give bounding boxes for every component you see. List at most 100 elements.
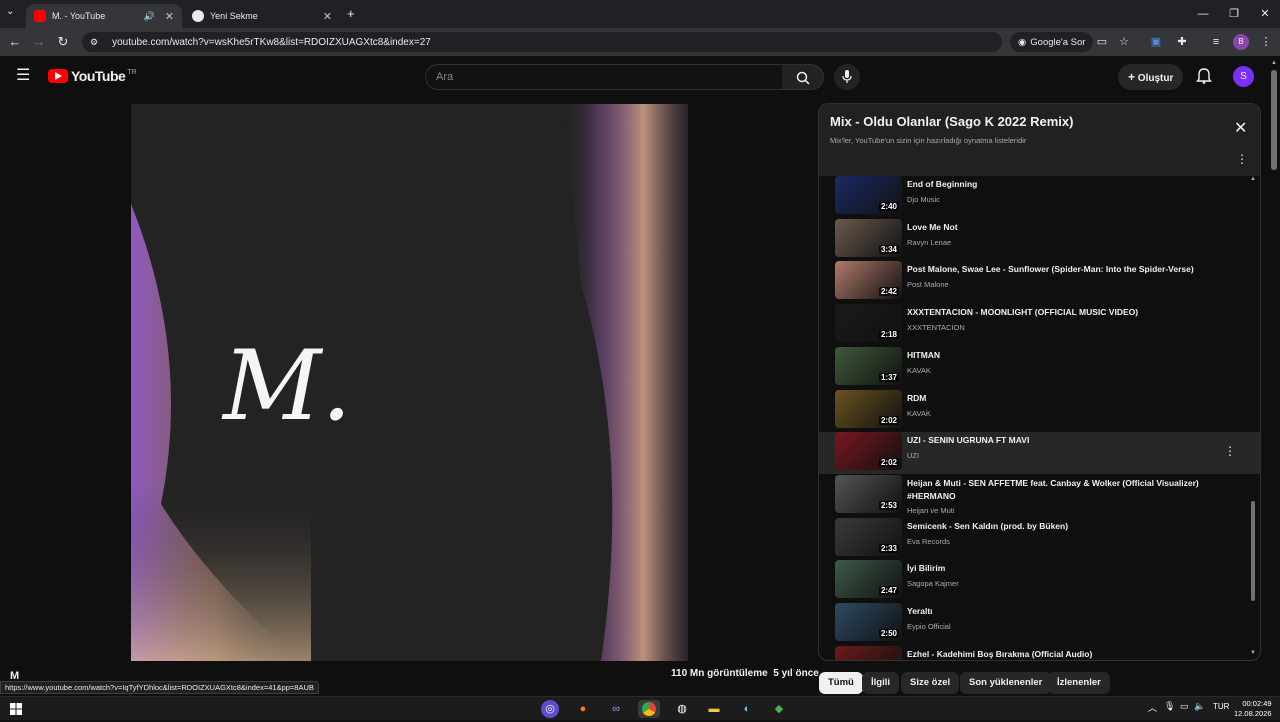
playlist-item[interactable]: 2:02 UZI - SENIN UGRUNA FT MAVI UZI ⋮ — [819, 432, 1260, 475]
playlist-item-thumbnail[interactable]: 3:34 — [835, 218, 902, 257]
create-button[interactable]: + Oluştur — [1118, 64, 1184, 90]
playlist-item[interactable]: Ezhel - Kadehimi Boş Bırakma (Official A… — [819, 645, 1260, 660]
maximize-button[interactable]: ❐ — [1219, 4, 1249, 24]
playlist-scrollbar[interactable]: ▲ ▼ — [1249, 176, 1257, 660]
scroll-up-icon[interactable]: ▲ — [1250, 176, 1256, 182]
close-tab-icon[interactable]: ✕ — [165, 10, 174, 23]
playlist-item-thumbnail[interactable]: 2:53 — [835, 474, 902, 513]
playlist-item[interactable]: 1:37 HITMAN KAVAK — [819, 346, 1260, 389]
firefox-icon[interactable]: ● — [574, 700, 592, 718]
playlist-item-title: İyi Bilirim — [907, 563, 946, 574]
tab-new-tab[interactable]: Yeni Sekme ✕ — [184, 4, 340, 28]
playlist-item-thumbnail[interactable]: 2:33 — [835, 517, 902, 556]
browser-tab-strip: ⌄ M. - YouTube 🔊 ✕ Yeni Sekme ✕ + — ❐ ✕ — [0, 0, 1280, 28]
playlist-item-thumbnail[interactable]: 2:50 — [835, 603, 902, 641]
youtube-logo[interactable]: YouTube TR — [48, 68, 137, 84]
bookmark-star-icon[interactable]: ☆ — [1116, 34, 1132, 50]
playlist-scroll-thumb[interactable] — [1251, 501, 1255, 601]
audio-playing-icon[interactable]: 🔊 — [144, 11, 155, 22]
taskbar-clock[interactable]: 00:02:49 12.08.2026 — [1234, 699, 1272, 719]
filter-chip[interactable]: Son yüklenenler — [960, 672, 1052, 694]
close-playlist-icon[interactable]: ✕ — [1234, 118, 1247, 138]
windows-taskbar: ◎ ● ∞ ◍ ▬ ◐ ◆ ︿ 🎙 ▭ 🔈 TUR 00:02:49 12.08… — [0, 696, 1280, 720]
filter-chip[interactable]: İzlenenler — [1048, 672, 1110, 694]
duration-badge: 1:37 — [878, 372, 899, 382]
playlist-item-thumbnail[interactable]: 2:40 — [835, 176, 902, 214]
playlist-items: 2:40 End of Beginning Djo Music 3:34 Love Me… — [819, 176, 1260, 660]
tray-network-icon[interactable]: ▭ — [1180, 701, 1189, 712]
profile-avatar[interactable]: B — [1233, 34, 1249, 50]
tray-mic-icon[interactable]: 🎙 — [1164, 701, 1175, 712]
hamburger-menu-icon[interactable]: ☰ — [16, 68, 30, 84]
playlist-item[interactable]: 2:40 End of Beginning Djo Music — [819, 176, 1260, 218]
profile-initial: B — [1238, 37, 1244, 46]
tab-search-icon[interactable]: ⌄ — [6, 6, 14, 17]
notifications-bell-icon[interactable] — [1196, 68, 1212, 89]
playlist-item[interactable]: 2:33 Semicenk - Sen Kaldın (prod. by Büke… — [819, 517, 1260, 560]
playlist-item-thumbnail[interactable]: 2:02 — [835, 432, 902, 471]
app-icon-1[interactable]: ◎ — [541, 700, 559, 718]
back-button[interactable]: ← — [6, 33, 24, 51]
playlist-item-channel: Eva Records — [907, 536, 950, 546]
extension-icon[interactable]: ▣ — [1148, 34, 1164, 50]
playlist-item[interactable]: 2:42 Post Malone, Swae Lee - Sunflower (S… — [819, 261, 1260, 303]
media-control-icon[interactable]: ≡ — [1208, 34, 1224, 50]
page-scrollbar[interactable]: ▲ — [1268, 56, 1280, 696]
duration-badge: 2:53 — [878, 500, 899, 510]
app-icon-3[interactable]: ∞ — [607, 700, 625, 718]
playlist-menu-icon[interactable]: ⋮ — [1236, 152, 1248, 166]
playlist-item-title: UZI - SENIN UGRUNA FT MAVI — [907, 435, 1030, 446]
playlist-item-thumbnail[interactable]: 1:37 — [835, 346, 902, 385]
close-window-button[interactable]: ✕ — [1250, 4, 1280, 24]
tray-volume-icon[interactable]: 🔈 — [1194, 701, 1205, 712]
cast-icon[interactable]: ▭ — [1094, 34, 1110, 50]
search-input[interactable]: Ara — [425, 64, 783, 90]
windows-start-icon[interactable] — [10, 702, 22, 720]
steam-icon[interactable]: ◐ — [738, 700, 756, 718]
tab-youtube[interactable]: M. - YouTube 🔊 ✕ — [26, 4, 182, 28]
scroll-down-icon[interactable]: ▼ — [1250, 650, 1256, 656]
reload-button[interactable]: ↻ — [54, 33, 72, 51]
playlist-item[interactable]: 2:53 Heijan & Muti - SEN AFFETME feat. Ca… — [819, 474, 1260, 517]
address-bar[interactable]: ⚙ youtube.com/watch?v=wsKhe5rTKw8&list=R… — [82, 32, 1002, 52]
minimize-button[interactable]: — — [1188, 4, 1218, 24]
new-tab-button[interactable]: + — [347, 6, 355, 21]
forward-button[interactable]: → — [30, 33, 48, 51]
site-info-icon[interactable]: ⚙ — [90, 37, 98, 48]
playlist-item-channel: KAVAK — [907, 408, 931, 418]
ask-google-label: Google'a Sor — [1030, 36, 1086, 48]
playlist-title[interactable]: Mix - Oldu Olanlar (Sago K 2022 Remix) — [830, 114, 1073, 129]
playlist-item[interactable]: 3:34 Love Me Not Ravyn Lenae — [819, 218, 1260, 261]
browser-toolbar: ← → ↻ ⚙ youtube.com/watch?v=wsKhe5rTKw8&… — [0, 28, 1280, 56]
voice-search-button[interactable] — [834, 64, 860, 90]
playlist-item-thumbnail[interactable] — [835, 645, 902, 660]
page-scroll-up-icon[interactable]: ▲ — [1271, 60, 1277, 66]
close-tab-icon[interactable]: ✕ — [323, 10, 332, 23]
filter-chip[interactable]: Tümü — [819, 672, 863, 694]
browser-menu-icon[interactable]: ⋮ — [1258, 34, 1274, 50]
video-player[interactable]: M. — [131, 104, 688, 661]
search-button[interactable] — [782, 64, 824, 90]
item-menu-icon[interactable]: ⋮ — [1224, 444, 1236, 458]
ask-google-button[interactable]: ◉ Google'a Sor — [1010, 32, 1094, 52]
playlist-item[interactable]: 2:47 İyi Bilirim Sagopa Kajmer — [819, 560, 1260, 602]
playlist-item[interactable]: 2:18 XXXTENTACION - MOONLIGHT (OFFICIAL M… — [819, 304, 1260, 346]
playlist-item[interactable]: 2:02 RDM KAVAK — [819, 389, 1260, 432]
filter-chip[interactable]: Size özel — [901, 672, 960, 694]
language-indicator[interactable]: TUR — [1213, 702, 1229, 711]
playlist-item-thumbnail[interactable]: 2:02 — [835, 389, 902, 428]
user-avatar[interactable]: S — [1233, 66, 1254, 87]
playlist-item-title: Ezhel - Kadehimi Boş Bırakma (Official A… — [907, 648, 1093, 659]
playlist-item-thumbnail[interactable]: 2:47 — [835, 560, 902, 599]
tray-chevron-icon[interactable]: ︿ — [1148, 701, 1157, 714]
playlist-item[interactable]: 2:50 Yeraltı Eypio Official — [819, 603, 1260, 645]
chrome-taskbar-icon[interactable] — [638, 700, 660, 718]
filter-chip[interactable]: İlgili — [862, 672, 899, 694]
maps-icon[interactable]: ◆ — [770, 700, 788, 718]
playlist-item-thumbnail[interactable]: 2:18 — [835, 304, 902, 343]
app-icon-5[interactable]: ◍ — [673, 700, 691, 718]
extensions-puzzle-icon[interactable]: ✚ — [1174, 34, 1190, 50]
page-scroll-thumb[interactable] — [1271, 70, 1277, 170]
playlist-item-thumbnail[interactable]: 2:42 — [835, 261, 902, 300]
file-explorer-icon[interactable]: ▬ — [705, 700, 723, 718]
